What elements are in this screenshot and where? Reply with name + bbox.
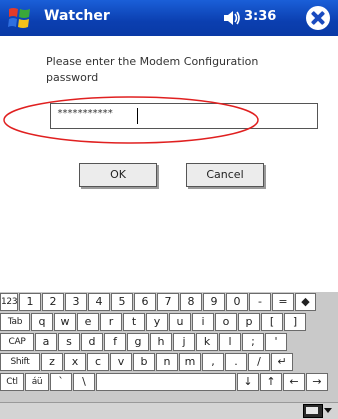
text-caret [137,108,138,124]
clock-time[interactable]: 3:36 [244,9,276,24]
key-g[interactable]: g [127,333,149,351]
key-3[interactable]: 3 [65,293,87,311]
close-icon[interactable] [306,6,330,30]
key-9[interactable]: 9 [203,293,225,311]
key-backtick[interactable]: ` [50,373,72,391]
password-value: *********** [57,108,113,119]
key-arrow-up[interactable]: ↑ [260,373,282,391]
key-e[interactable]: e [77,313,99,331]
key-u[interactable]: u [169,313,191,331]
key-space[interactable] [96,373,236,391]
key-t[interactable]: t [123,313,145,331]
key-slash[interactable]: / [248,353,270,371]
key-m[interactable]: m [179,353,201,371]
key-q[interactable]: q [31,313,53,331]
key-v[interactable]: v [110,353,132,371]
key-6[interactable]: 6 [134,293,156,311]
key-h[interactable]: h [150,333,172,351]
key-l[interactable]: l [219,333,241,351]
key-comma[interactable]: , [202,353,224,371]
key-enter[interactable]: ↵ [271,353,293,371]
key-quote[interactable]: ' [265,333,287,351]
key-backspace[interactable]: ◆ [295,293,316,311]
menu-bar [0,402,338,419]
key-2[interactable]: 2 [42,293,64,311]
key-d[interactable]: d [81,333,103,351]
key-shift[interactable]: Shift [0,353,40,371]
key-b[interactable]: b [133,353,155,371]
key-ctl[interactable]: Ctl [0,373,24,391]
key-y[interactable]: y [146,313,168,331]
key-arrow-down[interactable]: ↓ [237,373,259,391]
key-a[interactable]: a [35,333,57,351]
key-accents[interactable]: áü [25,373,49,391]
windows-flag-icon[interactable] [6,5,34,31]
key-arrow-left[interactable]: ← [283,373,305,391]
key-1[interactable]: 1 [19,293,41,311]
key-z[interactable]: z [41,353,63,371]
password-prompt: Please enter the Modem Configuration pas… [46,55,259,84]
key-5[interactable]: 5 [111,293,133,311]
password-input[interactable]: *********** [50,103,318,129]
key-x[interactable]: x [64,353,86,371]
key-r[interactable]: r [100,313,122,331]
key-equals[interactable]: = [272,293,294,311]
key-left-bracket[interactable]: [ [261,313,283,331]
key-c[interactable]: c [87,353,109,371]
ok-button[interactable]: OK [79,163,157,187]
key-arrow-right[interactable]: → [306,373,328,391]
key-0[interactable]: 0 [226,293,248,311]
key-7[interactable]: 7 [157,293,179,311]
device-screen: Watcher 3:36 Please enter the Modem Conf… [0,0,338,419]
key-tab[interactable]: Tab [0,313,30,331]
title-bar: Watcher 3:36 [0,0,338,36]
key-i[interactable]: i [192,313,214,331]
key-j[interactable]: j [173,333,195,351]
key-minus[interactable]: - [249,293,271,311]
key-caps[interactable]: CAP [0,333,34,351]
key-n[interactable]: n [156,353,178,371]
keyboard-input-icon[interactable] [303,404,323,418]
key-w[interactable]: w [54,313,76,331]
app-title: Watcher [44,8,110,24]
speaker-icon[interactable] [222,9,242,27]
key-k[interactable]: k [196,333,218,351]
key-right-bracket[interactable]: ] [284,313,306,331]
key-f[interactable]: f [104,333,126,351]
key-s[interactable]: s [58,333,80,351]
soft-keyboard: 123 1 2 3 4 5 6 7 8 9 0 - = ◆ Tab q w e … [0,292,338,402]
key-4[interactable]: 4 [88,293,110,311]
key-o[interactable]: o [215,313,237,331]
key-period[interactable]: . [225,353,247,371]
key-8[interactable]: 8 [180,293,202,311]
key-semicolon[interactable]: ; [242,333,264,351]
cancel-button[interactable]: Cancel [186,163,264,187]
key-p[interactable]: p [238,313,260,331]
key-123[interactable]: 123 [0,293,18,311]
chevron-up-icon[interactable] [324,408,332,413]
key-backslash[interactable]: \ [73,373,95,391]
